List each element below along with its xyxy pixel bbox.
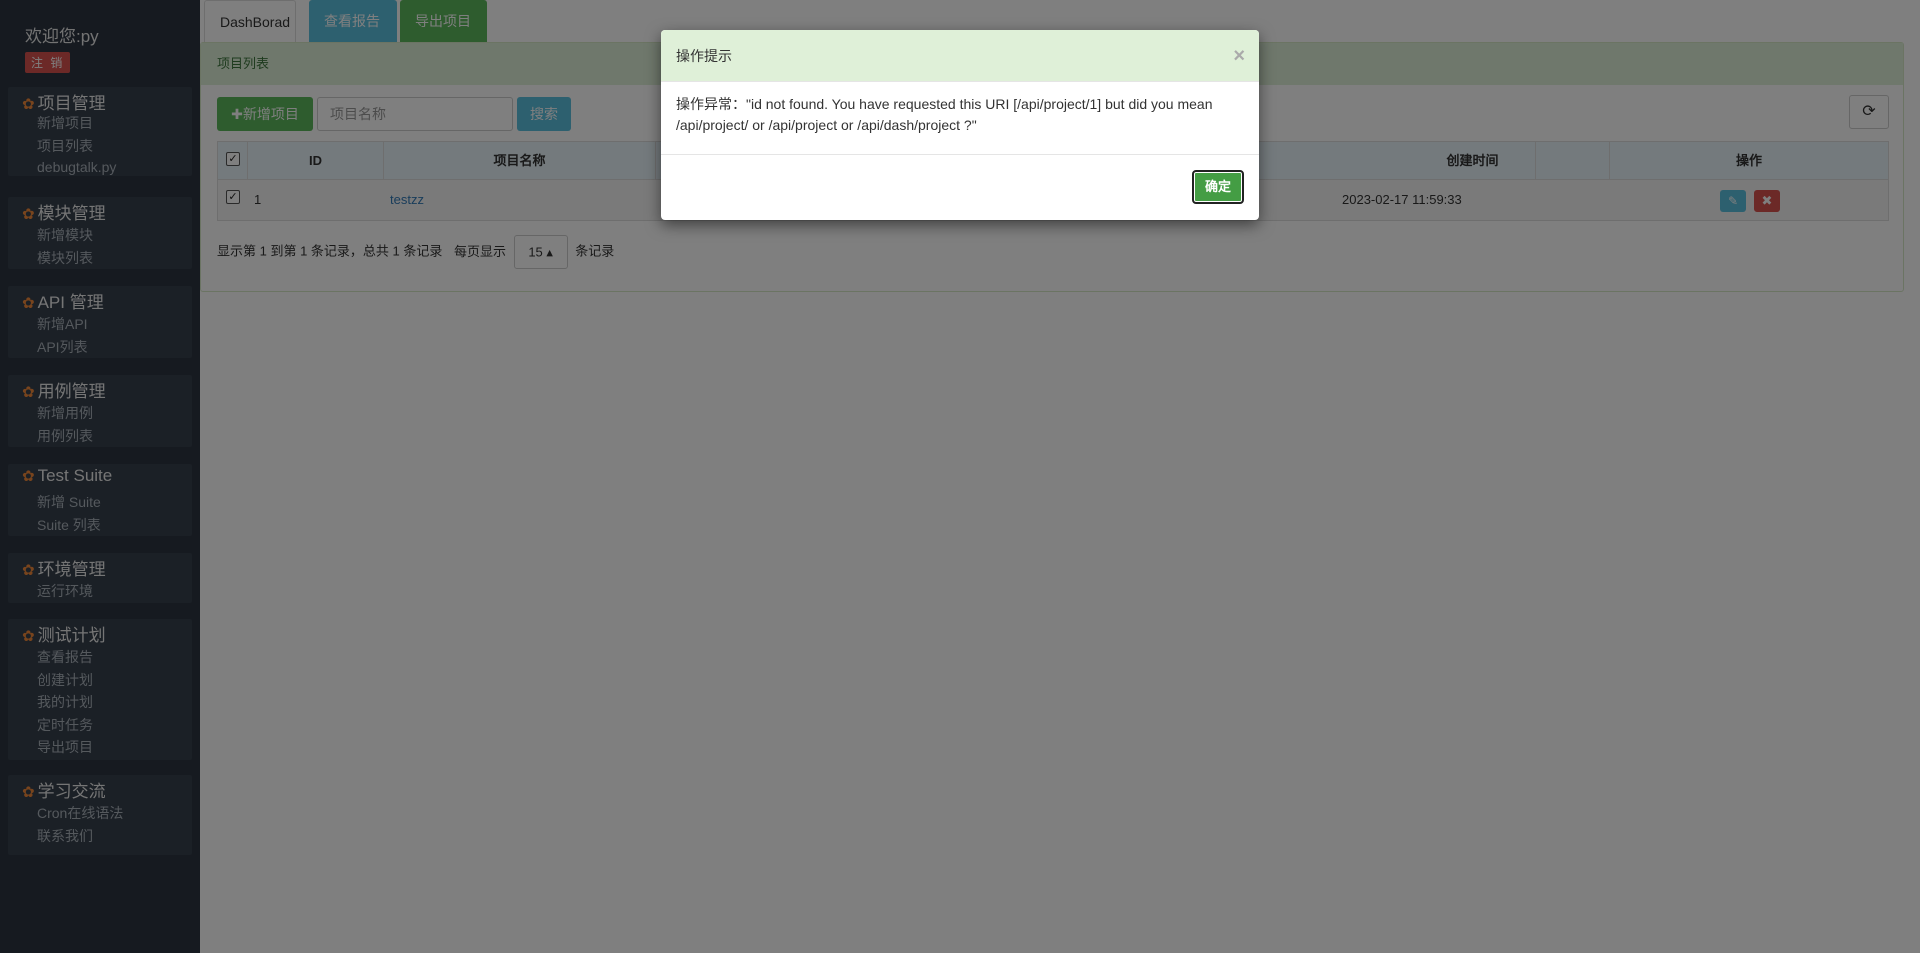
modal-header: 操作提示 × (661, 30, 1259, 82)
alert-modal: 操作提示 × 操作异常："id not found. You have requ… (661, 30, 1259, 220)
confirm-button[interactable]: 确定 (1192, 170, 1244, 204)
modal-title: 操作提示 (676, 48, 732, 64)
modal-footer: 确定 (661, 154, 1259, 220)
close-icon[interactable]: × (1233, 30, 1245, 82)
modal-message: 操作异常："id not found. You have requested t… (676, 96, 1213, 133)
